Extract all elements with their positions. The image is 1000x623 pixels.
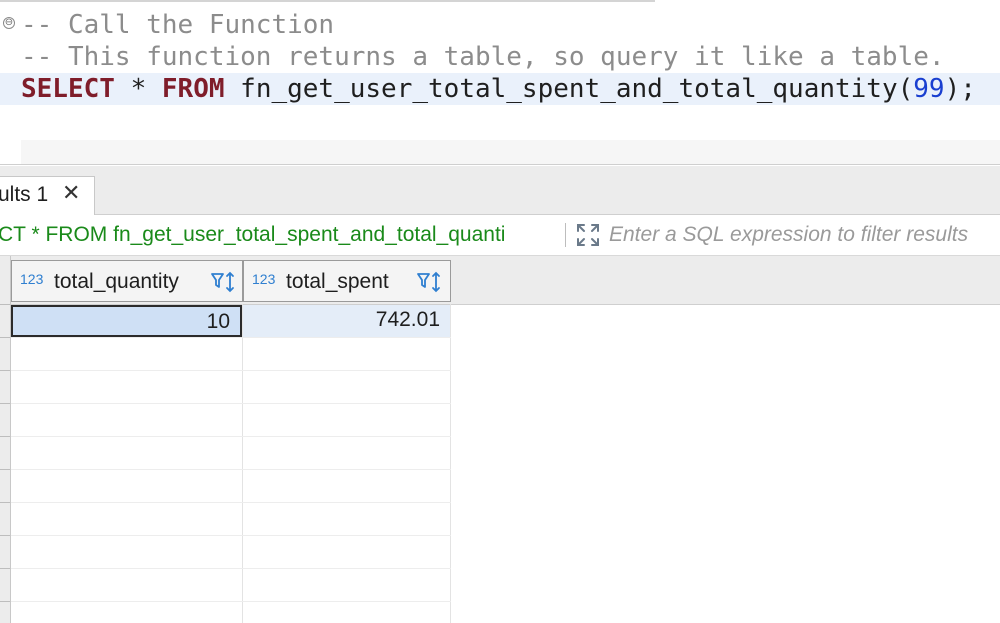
grid-row-divider	[11, 568, 451, 569]
grid-row-divider	[11, 535, 451, 536]
gutter-divider	[0, 601, 10, 602]
grid-row-divider	[11, 403, 451, 404]
column-header-total-spent[interactable]: 123 total_spent	[243, 260, 451, 302]
numeric-type-icon: 123	[20, 271, 44, 287]
grid-row-divider	[11, 370, 451, 371]
editor-empty-line	[21, 140, 1000, 164]
results-tab-bar: ults 1 ✕	[0, 166, 1000, 215]
filter-sort-icon[interactable]	[210, 270, 236, 294]
expand-arrows-icon[interactable]	[575, 222, 601, 248]
gutter-divider	[0, 304, 10, 305]
cell-total-quantity[interactable]: 10	[11, 305, 242, 337]
grid-row-divider	[11, 469, 451, 470]
gutter-divider	[0, 337, 10, 338]
grid-row-divider	[11, 601, 451, 602]
grid-row-divider	[11, 337, 451, 338]
fold-collapse-icon[interactable]: ⊖	[3, 17, 15, 29]
gutter-divider	[0, 535, 10, 536]
sql-filter-input[interactable]	[609, 220, 1000, 250]
grid-row-divider	[11, 436, 451, 437]
grid-column-divider	[242, 304, 243, 623]
result-grid: 123 total_quantity 123 total_spent 10 74…	[0, 256, 1000, 623]
code-function-call: fn_get_user_total_spent_and_total_quanti…	[224, 74, 914, 104]
filter-divider	[565, 223, 566, 247]
column-header-total-quantity[interactable]: 123 total_quantity	[11, 260, 243, 302]
row-number-gutter	[0, 256, 11, 623]
filter-sort-icon[interactable]	[416, 270, 442, 294]
grid-row-divider	[11, 502, 451, 503]
column-name: total_spent	[286, 270, 389, 293]
code-star: *	[114, 74, 162, 104]
code-line-comment-2[interactable]: -- This function returns a table, so que…	[21, 41, 945, 73]
close-icon[interactable]: ✕	[62, 181, 80, 206]
cell-total-spent[interactable]: 742.01	[243, 305, 450, 337]
code-argument: 99	[913, 74, 945, 104]
tab-results-label: ults 1	[0, 183, 49, 206]
grid-column-divider	[450, 304, 451, 623]
code-close-paren: );	[944, 74, 976, 104]
code-line-comment-1[interactable]: -- Call the Function	[21, 9, 334, 41]
query-text-value: ECT * FROM fn_get_user_total_spent_and_t…	[0, 223, 506, 246]
keyword-from: FROM	[161, 74, 225, 104]
numeric-type-icon: 123	[252, 271, 276, 287]
gutter-divider	[0, 469, 10, 470]
gutter-divider	[0, 436, 10, 437]
sql-editor[interactable]: ⊖ -- Call the Function -- This function …	[0, 0, 1000, 165]
column-name: total_quantity	[54, 270, 179, 293]
query-text: ECT * FROM fn_get_user_total_spent_and_t…	[0, 223, 560, 247]
filter-bar: ECT * FROM fn_get_user_total_spent_and_t…	[0, 215, 1000, 256]
editor-separator	[0, 164, 1000, 165]
keyword-select: SELECT	[21, 74, 115, 104]
gutter-divider	[0, 370, 10, 371]
gutter-divider	[0, 568, 10, 569]
gutter-divider	[0, 403, 10, 404]
editor-top-border	[0, 0, 655, 2]
gutter-divider	[0, 502, 10, 503]
tab-results-1[interactable]: ults 1 ✕	[0, 176, 95, 215]
code-line-select[interactable]: SELECT * FROM fn_get_user_total_spent_an…	[0, 73, 1000, 105]
